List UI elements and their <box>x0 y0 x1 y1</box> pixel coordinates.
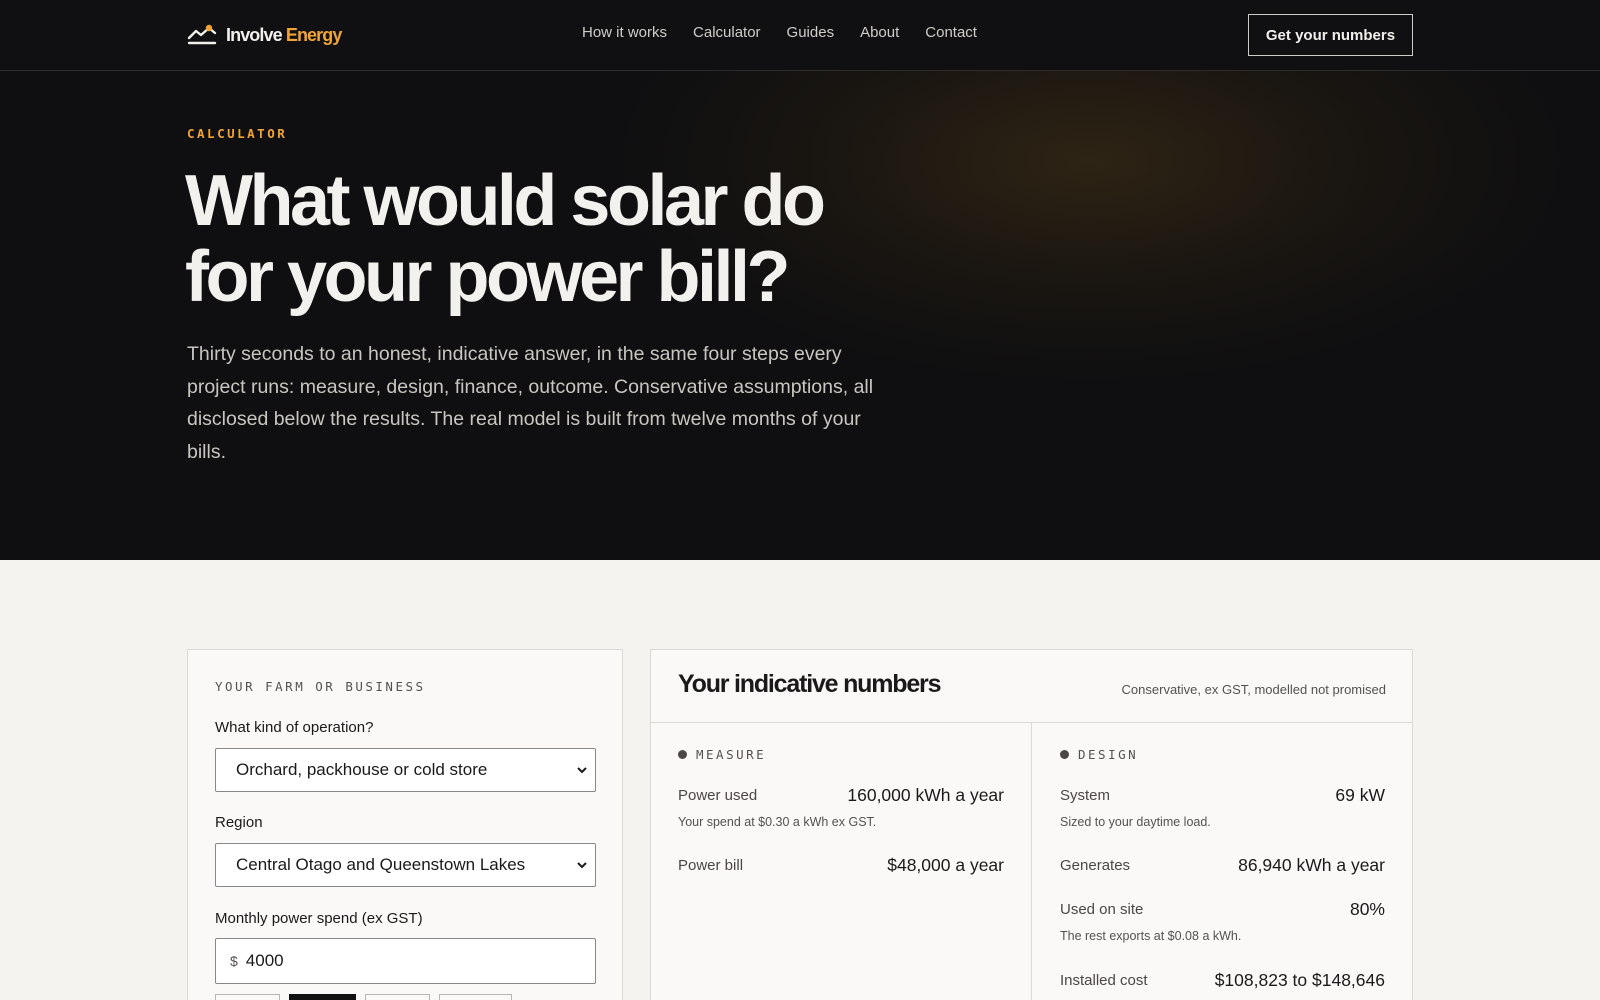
generates-label: Generates <box>1060 857 1131 874</box>
used-on-site-label: Used on site <box>1060 901 1144 918</box>
monthly-spend-value: 4000 <box>245 951 284 970</box>
page-title: What would solar do for your power bill? <box>185 161 826 317</box>
system-value: 69 kW <box>1335 785 1385 805</box>
nav-link-calculator[interactable]: Calculator <box>693 24 761 41</box>
nav-link-contact[interactable]: Contact <box>925 24 977 41</box>
top-nav: Involve Energy How it works Calculator G… <box>0 0 1600 71</box>
results-note: Conservative, ex GST, modelled not promi… <box>1121 682 1386 697</box>
installed-cost-label: Installed cost <box>1060 972 1148 989</box>
results-title: Your indicative numbers <box>678 670 941 698</box>
measure-heading: MEASURE <box>678 747 766 762</box>
results-header: Your indicative numbers Conservative, ex… <box>651 650 1412 723</box>
nav-link-about[interactable]: About <box>860 24 899 41</box>
monthly-spend-input[interactable]: $ 4000 <box>215 938 596 984</box>
logo[interactable]: Involve Energy <box>187 22 343 48</box>
logo-text-primary: Involve <box>226 24 283 45</box>
page-title-line-2: for your power bill? <box>185 237 791 317</box>
bullet-dot-icon <box>678 750 687 759</box>
spend-preset-chip[interactable] <box>439 994 512 1000</box>
page-title-line-1: What would solar do <box>185 161 826 241</box>
power-bill-label: Power bill <box>678 857 744 874</box>
spend-preset-chip[interactable] <box>215 994 280 1000</box>
hero-section: CALCULATOR What would solar do for your … <box>0 71 1600 560</box>
get-your-numbers-button[interactable]: Get your numbers <box>1248 14 1413 56</box>
system-label: System <box>1060 787 1111 804</box>
region-select[interactable]: Central Otago and Queenstown Lakes <box>215 843 596 887</box>
spend-preset-chip-selected[interactable] <box>289 994 356 1000</box>
logo-wordmark: Involve Energy <box>226 24 343 46</box>
system-note: Sized to your daytime load. <box>1060 815 1211 829</box>
measure-column: MEASURE Power used 160,000 kWh a year Yo… <box>651 723 1032 1000</box>
used-on-site-note: The rest exports at $0.08 a kWh. <box>1060 929 1242 943</box>
results-panel: Your indicative numbers Conservative, ex… <box>650 649 1413 1000</box>
measure-heading-label: MEASURE <box>696 747 767 762</box>
logo-text-accent: Energy <box>285 24 343 45</box>
power-bill-value: $48,000 a year <box>887 855 1004 875</box>
region-label: Region <box>215 814 263 831</box>
chevron-down-icon <box>577 767 587 774</box>
design-column: DESIGN System 69 kW Sized to your daytim… <box>1033 723 1412 1000</box>
operation-label: What kind of operation? <box>215 719 374 736</box>
operation-selected-value: Orchard, packhouse or cold store <box>236 760 488 779</box>
main-nav: How it works Calculator Guides About Con… <box>582 24 1003 41</box>
nav-link-guides[interactable]: Guides <box>787 24 835 41</box>
currency-prefix: $ <box>230 953 238 969</box>
operation-select[interactable]: Orchard, packhouse or cold store <box>215 748 596 792</box>
power-used-value: 160,000 kWh a year <box>847 785 1004 805</box>
region-selected-value: Central Otago and Queenstown Lakes <box>236 855 526 874</box>
chevron-down-icon <box>577 862 587 869</box>
hero-eyebrow: CALCULATOR <box>187 126 288 141</box>
spend-preset-chip[interactable] <box>365 994 430 1000</box>
design-heading-label: DESIGN <box>1078 747 1139 762</box>
installed-cost-value: $108,823 to $148,646 <box>1214 970 1385 990</box>
farm-business-form: YOUR FARM OR BUSINESS What kind of opera… <box>187 649 623 1000</box>
power-used-note: Your spend at $0.30 a kWh ex GST. <box>678 815 877 829</box>
nav-link-how-it-works[interactable]: How it works <box>582 24 667 41</box>
power-used-label: Power used <box>678 787 758 804</box>
generates-value: 86,940 kWh a year <box>1238 855 1385 875</box>
design-heading: DESIGN <box>1060 747 1138 762</box>
bullet-dot-icon <box>1060 750 1069 759</box>
used-on-site-value: 80% <box>1349 899 1385 919</box>
spend-label: Monthly power spend (ex GST) <box>215 910 423 927</box>
form-section-label: YOUR FARM OR BUSINESS <box>215 679 426 694</box>
sunrise-logo-icon <box>187 24 217 45</box>
hero-lead: Thirty seconds to an honest, indicative … <box>187 343 874 463</box>
